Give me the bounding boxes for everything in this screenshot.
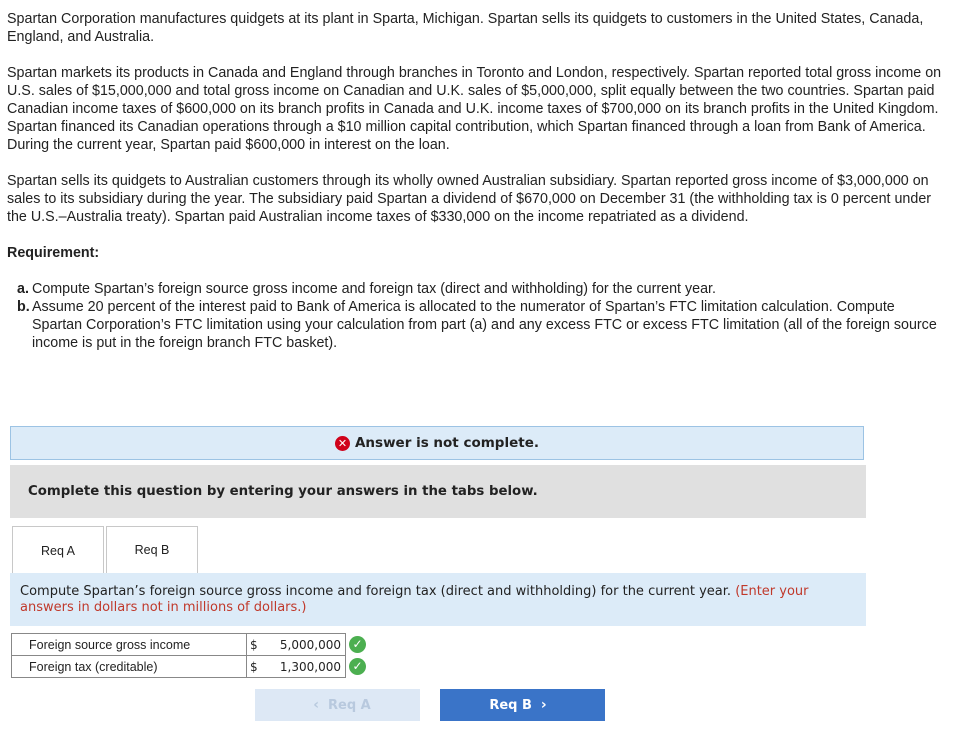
requirement-letter: a.	[17, 281, 29, 297]
requirement-heading: Requirement:	[7, 245, 100, 261]
x-circle-icon: ✕	[334, 435, 350, 451]
requirement-text: Compute Spartan’s foreign source gross i…	[32, 281, 716, 297]
requirement-item: a. Compute Spartan’s foreign source gros…	[7, 280, 947, 298]
chevron-left-icon: ‹	[313, 697, 320, 713]
req-a-instruction: Compute Spartan’s foreign source gross i…	[10, 573, 866, 626]
answer-table: Foreign source gross income $ 5,000,000 …	[11, 633, 376, 678]
prev-button-label: Req A	[328, 697, 371, 713]
answer-status-text: Answer is not complete.	[354, 435, 539, 451]
instruction-bar: Complete this question by entering your …	[10, 465, 866, 518]
next-button-label: Req B	[489, 697, 532, 713]
table-row: Foreign tax (creditable) $ 1,300,000 ✓	[11, 655, 376, 678]
check-circle-icon: ✓	[349, 636, 366, 653]
currency-symbol: $	[250, 659, 258, 674]
chevron-right-icon: ›	[540, 697, 547, 713]
next-req-b-button[interactable]: Req B ›	[440, 689, 605, 721]
requirement-item: b. Assume 20 percent of the interest pai…	[7, 298, 947, 352]
answer-status-banner: ✕ Answer is not complete.	[10, 426, 864, 460]
problem-paragraph: Spartan sells its quidgets to Australian…	[7, 173, 932, 225]
req-a-instruction-text: Compute Spartan’s foreign source gross i…	[20, 584, 732, 599]
instruction-bar-text: Complete this question by entering your …	[28, 484, 538, 499]
table-row: Foreign source gross income $ 5,000,000 …	[11, 633, 376, 656]
foreign-source-gross-income-input[interactable]: $ 5,000,000	[246, 633, 346, 656]
tab-req-a[interactable]: Req A	[12, 526, 104, 574]
requirement-list: a. Compute Spartan’s foreign source gros…	[7, 280, 947, 352]
foreign-tax-creditable-input[interactable]: $ 1,300,000	[246, 655, 346, 678]
requirement-letter: b.	[17, 299, 30, 315]
input-value: 1,300,000	[279, 659, 341, 674]
status-cell: ✓	[346, 634, 376, 656]
previous-req-a-button[interactable]: ‹ Req A	[255, 689, 420, 721]
requirement-text: Assume 20 percent of the interest paid t…	[32, 299, 937, 351]
status-cell: ✓	[346, 656, 376, 678]
check-circle-icon: ✓	[349, 658, 366, 675]
currency-symbol: $	[250, 637, 258, 652]
problem-paragraph: Spartan markets its products in Canada a…	[7, 65, 942, 153]
tab-req-b[interactable]: Req B	[106, 526, 198, 573]
problem-statement: Spartan Corporation manufactures quidget…	[7, 10, 947, 352]
row-label: Foreign source gross income	[11, 633, 247, 656]
row-label: Foreign tax (creditable)	[11, 655, 247, 678]
problem-paragraph: Spartan Corporation manufactures quidget…	[7, 11, 924, 45]
input-value: 5,000,000	[279, 637, 341, 652]
tab-bar: Req A Req B	[12, 526, 200, 574]
